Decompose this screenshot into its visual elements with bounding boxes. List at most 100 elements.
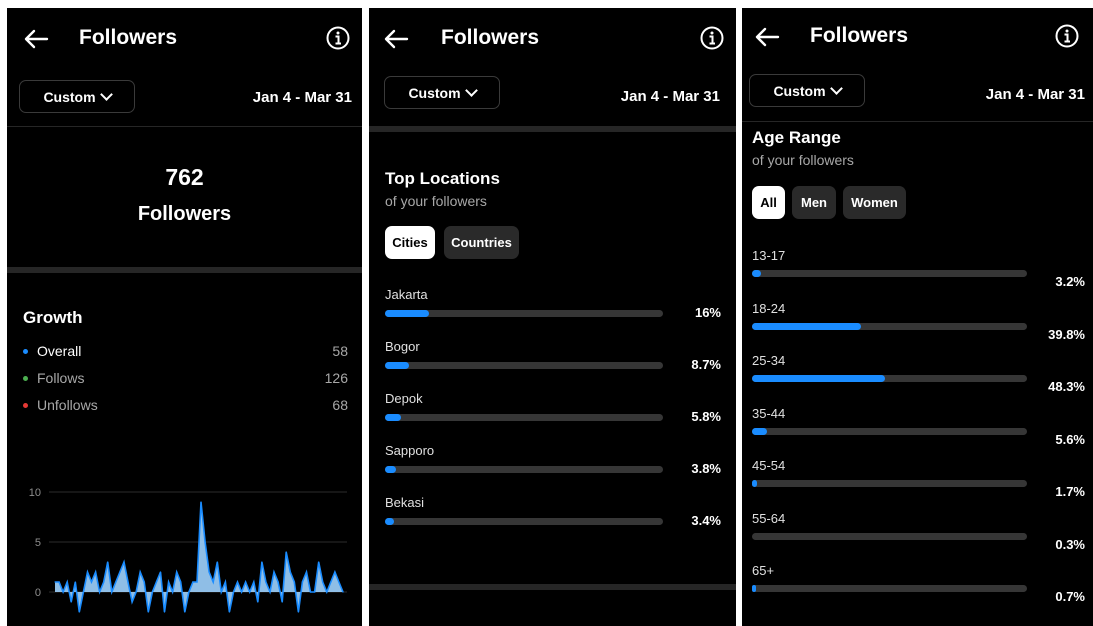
growth-point bbox=[172, 591, 174, 593]
location-label: Bekasi bbox=[385, 495, 425, 510]
growth-point bbox=[297, 611, 299, 613]
top-bar: Followers bbox=[369, 8, 736, 68]
back-arrow-icon[interactable] bbox=[23, 26, 49, 52]
location-label: Depok bbox=[385, 391, 423, 406]
growth-point bbox=[180, 581, 182, 583]
top-bar: Followers bbox=[742, 8, 1093, 68]
growth-point bbox=[314, 591, 316, 593]
age-percent: 0.3% bbox=[1055, 536, 1085, 552]
growth-point bbox=[123, 561, 125, 563]
age-label: 18-24 bbox=[752, 300, 786, 316]
followers-overview-screen: Followers Custom Jan 4 - Mar 31 762 Foll… bbox=[7, 8, 362, 626]
age-row: 18-24 39.8% bbox=[742, 300, 1093, 342]
divider bbox=[742, 121, 1093, 122]
tab-countries[interactable]: Countries bbox=[444, 226, 519, 259]
growth-point bbox=[192, 581, 194, 583]
progress-track bbox=[752, 322, 1027, 330]
growth-point bbox=[151, 591, 153, 593]
back-arrow-icon[interactable] bbox=[754, 24, 780, 50]
date-filter-label: Custom bbox=[43, 88, 96, 105]
progress-fill bbox=[385, 362, 410, 369]
growth-point bbox=[257, 601, 259, 603]
growth-point bbox=[127, 581, 129, 583]
section-separator bbox=[369, 584, 736, 590]
progress-fill bbox=[385, 414, 402, 421]
locations-title: Top Locations bbox=[385, 169, 500, 188]
age-row: 65+ 0.7% bbox=[742, 563, 1093, 604]
growth-point bbox=[54, 581, 56, 583]
growth-point bbox=[139, 571, 141, 573]
tab-cities[interactable]: Cities bbox=[385, 226, 435, 259]
legend-value: 58 bbox=[332, 343, 348, 359]
age-percent: 5.6% bbox=[1055, 431, 1085, 447]
age-label: 25-34 bbox=[752, 353, 786, 368]
progress-fill bbox=[752, 322, 862, 330]
date-filter-label: Custom bbox=[408, 84, 461, 101]
back-arrow-icon[interactable] bbox=[383, 26, 409, 52]
progress-track bbox=[752, 375, 1027, 382]
growth-point bbox=[293, 581, 295, 583]
growth-point bbox=[204, 541, 206, 543]
tab-men[interactable]: Men bbox=[792, 186, 836, 219]
date-filter-dropdown[interactable]: Custom bbox=[384, 76, 500, 109]
date-filter-dropdown[interactable]: Custom bbox=[19, 80, 135, 113]
location-row: Depok 5.8% bbox=[369, 391, 736, 431]
info-icon[interactable] bbox=[700, 26, 724, 50]
growth-point bbox=[216, 561, 218, 563]
legend-value: 126 bbox=[324, 370, 348, 386]
progress-fill bbox=[752, 375, 885, 382]
growth-point bbox=[82, 591, 84, 593]
age-percent: 1.7% bbox=[1055, 484, 1085, 499]
location-percent: 16% bbox=[694, 305, 721, 320]
info-icon[interactable] bbox=[326, 26, 350, 50]
info-icon[interactable] bbox=[1055, 24, 1079, 48]
tab-women[interactable]: Women bbox=[843, 186, 906, 219]
growth-legend-overall: Overall 58 bbox=[23, 343, 348, 363]
age-title: Age Range bbox=[752, 128, 841, 147]
section-separator bbox=[7, 267, 362, 273]
age-row: 25-34 48.3% bbox=[742, 353, 1093, 394]
progress-fill bbox=[752, 585, 756, 592]
growth-point bbox=[99, 591, 101, 593]
growth-point bbox=[224, 581, 226, 583]
progress-fill bbox=[385, 518, 395, 525]
growth-point bbox=[188, 591, 190, 593]
growth-point bbox=[159, 571, 162, 573]
date-range: Jan 4 - Mar 31 bbox=[985, 86, 1085, 103]
growth-point bbox=[86, 571, 89, 573]
age-row: 35-44 5.6% bbox=[742, 406, 1093, 447]
growth-point bbox=[200, 501, 202, 503]
date-filter-dropdown[interactable]: Custom bbox=[749, 74, 865, 107]
age-label: 55-64 bbox=[752, 510, 786, 526]
growth-point bbox=[322, 581, 324, 583]
progress-fill bbox=[752, 270, 761, 277]
growth-point bbox=[74, 581, 76, 583]
age-percent: 3.2% bbox=[1055, 274, 1085, 289]
age-percent: 0.7% bbox=[1055, 589, 1085, 604]
location-percent: 3.4% bbox=[691, 513, 721, 528]
growth-point bbox=[163, 611, 166, 613]
growth-chart: 10 5 0 bbox=[29, 487, 347, 613]
progress-track bbox=[752, 427, 1027, 435]
divider bbox=[7, 126, 362, 127]
growth-point bbox=[119, 571, 121, 573]
growth-point bbox=[184, 611, 186, 613]
location-label: Bogor bbox=[385, 339, 420, 354]
page-title: Followers bbox=[810, 24, 909, 47]
growth-legend-unfollows: Unfollows 68 bbox=[23, 397, 348, 417]
growth-point bbox=[236, 581, 239, 583]
growth-title: Growth bbox=[23, 308, 83, 327]
legend-dot bbox=[23, 403, 28, 408]
growth-point bbox=[131, 601, 133, 603]
growth-point bbox=[155, 581, 157, 583]
growth-point bbox=[66, 581, 68, 583]
legend-value: 68 bbox=[332, 397, 348, 413]
location-row: Jakarta 16% bbox=[369, 287, 736, 327]
legend-dot bbox=[23, 349, 28, 354]
tab-all[interactable]: All bbox=[752, 186, 785, 219]
growth-point bbox=[95, 571, 97, 573]
growth-point bbox=[78, 611, 80, 613]
growth-point bbox=[305, 571, 308, 573]
progress-track bbox=[385, 414, 663, 421]
location-row: Bogor 8.7% bbox=[369, 339, 736, 379]
